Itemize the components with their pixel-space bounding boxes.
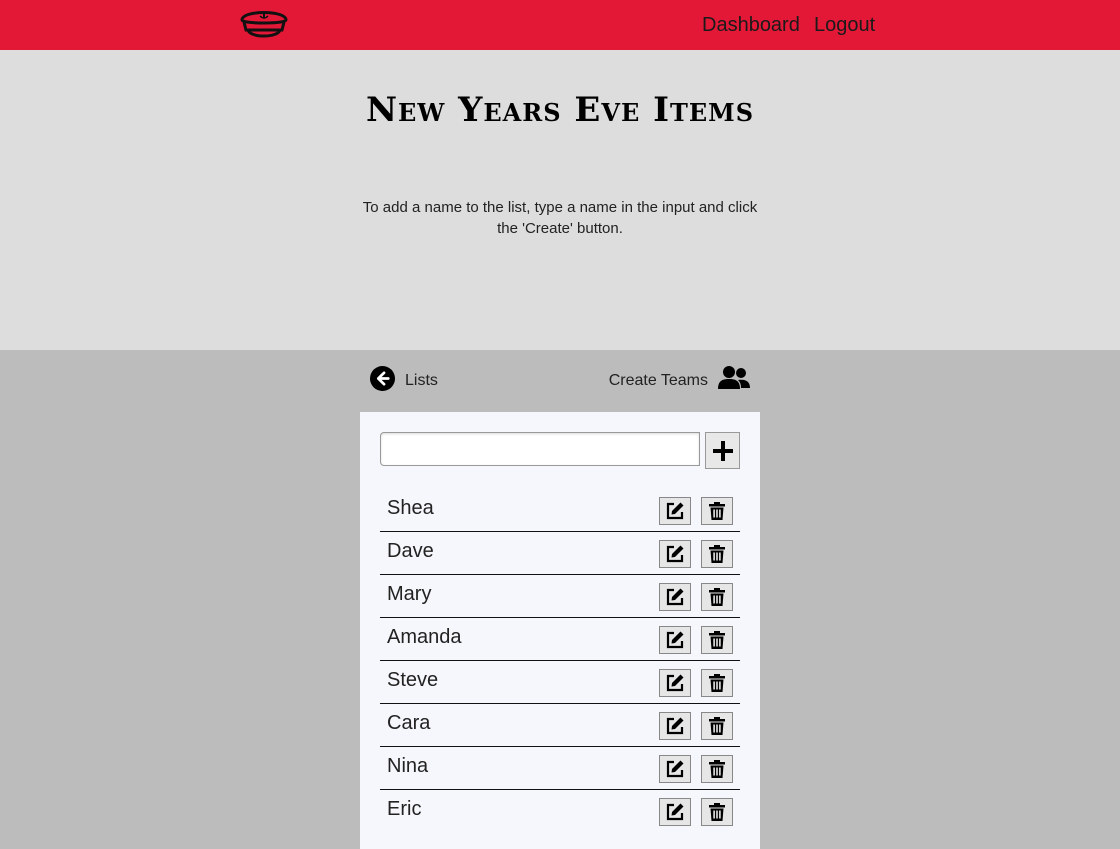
names-card: Shea Dave Mary Amanda Steve Cara Nina Er… xyxy=(360,412,760,849)
trash-icon xyxy=(709,502,725,520)
edit-icon xyxy=(666,717,684,735)
edit-button[interactable] xyxy=(659,712,691,740)
page-instructions: To add a name to the list, type a name i… xyxy=(362,199,758,237)
list-item: Shea xyxy=(380,489,740,532)
create-teams-label: Create Teams xyxy=(608,372,708,389)
edit-button[interactable] xyxy=(659,626,691,654)
plus-icon xyxy=(712,440,733,461)
delete-button[interactable] xyxy=(701,669,733,697)
delete-button[interactable] xyxy=(701,712,733,740)
edit-icon xyxy=(666,631,684,649)
name-input[interactable] xyxy=(380,432,700,466)
item-name: Shea xyxy=(387,497,434,519)
delete-button[interactable] xyxy=(701,540,733,568)
trash-icon xyxy=(709,674,725,692)
page-title: New Years Eve Items xyxy=(365,90,755,130)
hero-section: New Years Eve Items To add a name to the… xyxy=(0,50,1120,350)
delete-button[interactable] xyxy=(701,583,733,611)
list-item: Amanda xyxy=(380,618,740,661)
edit-button[interactable] xyxy=(659,540,691,568)
list-item: Eric xyxy=(380,790,740,833)
edit-button[interactable] xyxy=(659,798,691,826)
item-name: Cara xyxy=(387,712,431,734)
nav-logout-link[interactable]: Logout xyxy=(814,12,875,38)
item-name: Nina xyxy=(387,755,429,777)
trash-icon xyxy=(709,588,725,606)
trash-icon xyxy=(709,545,725,563)
edit-icon xyxy=(666,674,684,692)
edit-icon xyxy=(666,588,684,606)
top-navbar: Dashboard Logout xyxy=(0,0,1120,50)
trash-icon xyxy=(709,717,725,735)
arrow-circle-left-icon xyxy=(370,365,395,391)
list-item: Mary xyxy=(380,575,740,618)
captain-hat-icon[interactable] xyxy=(238,4,290,42)
edit-button[interactable] xyxy=(659,497,691,525)
list-item: Steve xyxy=(380,661,740,704)
users-icon xyxy=(718,366,750,389)
trash-icon xyxy=(709,760,725,778)
trash-icon xyxy=(709,631,725,649)
add-name-button[interactable] xyxy=(705,432,740,469)
edit-button[interactable] xyxy=(659,583,691,611)
item-name: Eric xyxy=(387,798,422,820)
item-name: Amanda xyxy=(387,626,462,648)
nav-dashboard-link[interactable]: Dashboard xyxy=(702,12,800,38)
edit-button[interactable] xyxy=(659,755,691,783)
list-item: Dave xyxy=(380,532,740,575)
edit-icon xyxy=(666,760,684,778)
delete-button[interactable] xyxy=(701,798,733,826)
edit-icon xyxy=(666,803,684,821)
delete-button[interactable] xyxy=(701,755,733,783)
item-name: Dave xyxy=(387,540,434,562)
list-item: Nina xyxy=(380,747,740,790)
back-to-lists-link[interactable]: Lists xyxy=(370,364,438,392)
delete-button[interactable] xyxy=(701,497,733,525)
edit-icon xyxy=(666,545,684,563)
edit-button[interactable] xyxy=(659,669,691,697)
create-teams-link[interactable]: Create Teams xyxy=(609,364,750,392)
trash-icon xyxy=(709,803,725,821)
edit-icon xyxy=(666,502,684,520)
item-name: Steve xyxy=(387,669,439,691)
names-list: Shea Dave Mary Amanda Steve Cara Nina Er… xyxy=(380,489,740,833)
list-item: Cara xyxy=(380,704,740,747)
item-name: Mary xyxy=(387,583,432,605)
delete-button[interactable] xyxy=(701,626,733,654)
back-to-lists-label: Lists xyxy=(405,372,438,389)
